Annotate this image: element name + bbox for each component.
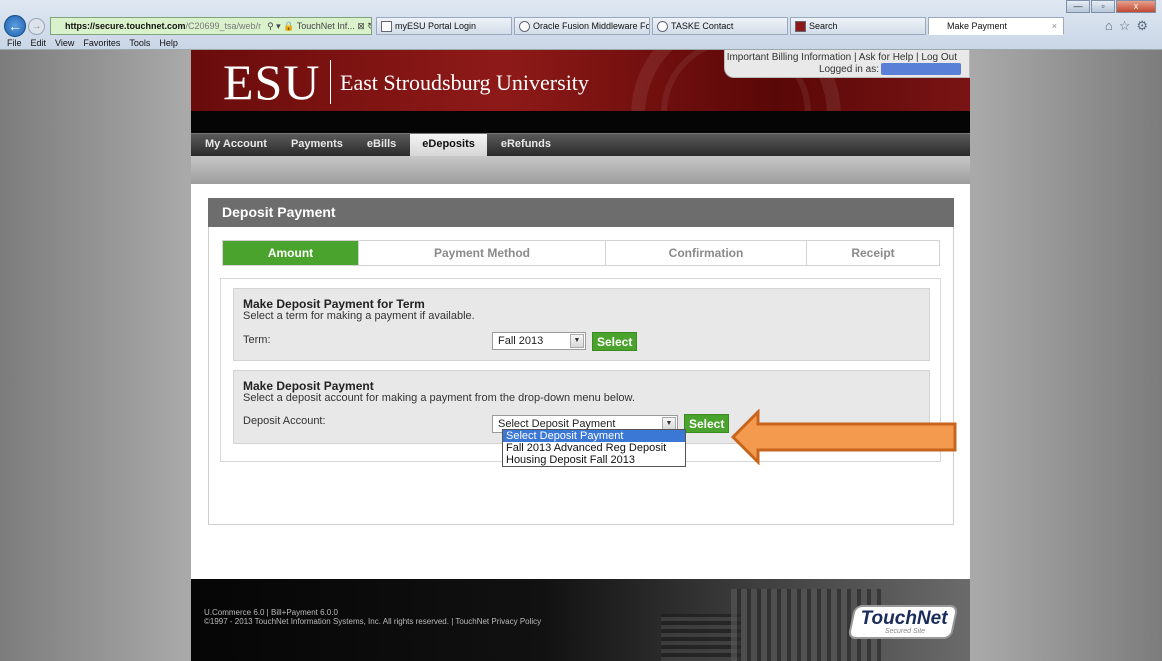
term-select-button[interactable]: Select	[592, 332, 638, 351]
tab-taske[interactable]: TASKE Contact	[652, 17, 788, 35]
menu-file[interactable]: File	[7, 37, 22, 50]
nav-edeposits[interactable]: eDeposits	[410, 134, 487, 156]
menu-favorites[interactable]: Favorites	[83, 37, 120, 50]
deposit-select-button[interactable]: Select	[684, 414, 730, 433]
tab-label: Search	[809, 21, 838, 31]
chevron-down-icon[interactable]: ▼	[570, 334, 584, 348]
globe-icon	[657, 21, 668, 32]
term-label: Term:	[243, 334, 271, 346]
tab-search[interactable]: Search	[790, 17, 926, 35]
menu-edit[interactable]: Edit	[31, 37, 47, 50]
main-nav: My Account Payments eBills eDeposits eRe…	[191, 133, 970, 156]
menu-tools[interactable]: Tools	[129, 37, 150, 50]
nav-payments[interactable]: Payments	[279, 134, 355, 156]
minimize-button[interactable]: —	[1066, 0, 1090, 13]
back-button[interactable]: ←	[4, 15, 26, 37]
term-select-value: Fall 2013	[498, 335, 544, 347]
user-name-redacted	[881, 63, 961, 75]
nav-ebills[interactable]: eBills	[355, 134, 408, 156]
university-banner: ESU East Stroudsburg University Importan…	[191, 50, 970, 111]
esu-favicon-icon	[795, 21, 806, 32]
footer-text: U.Commerce 6.0 | Bill+Payment 6.0.0 ©199…	[204, 608, 541, 626]
star-icon[interactable]: ☆	[1119, 18, 1137, 33]
tab-label: Make Payment	[947, 21, 1008, 31]
deposit-options-dropdown: Select Deposit Payment Fall 2013 Advance…	[502, 429, 686, 467]
footer-building-photo	[661, 614, 741, 661]
maximize-button[interactable]: ▫	[1091, 0, 1115, 13]
nav-erefunds[interactable]: eRefunds	[489, 134, 563, 156]
footer: U.Commerce 6.0 | Bill+Payment 6.0.0 ©199…	[191, 579, 970, 661]
menu-help[interactable]: Help	[159, 37, 178, 50]
deposit-section-title: Make Deposit Payment	[243, 379, 374, 393]
touchnet-logo-text: TouchNet	[860, 608, 948, 629]
sub-nav-bar	[191, 156, 970, 184]
tab-oracle[interactable]: Oracle Fusion Middleware For...	[514, 17, 650, 35]
menu-bar: File Edit View Favorites Tools Help	[0, 37, 1162, 50]
menu-view[interactable]: View	[55, 37, 74, 50]
term-section-desc: Select a term for making a payment if av…	[243, 310, 475, 322]
footer-version: U.Commerce 6.0 | Bill+Payment 6.0.0	[204, 608, 338, 617]
option-fall-2013-reg-deposit[interactable]: Fall 2013 Advanced Reg Deposit	[503, 442, 685, 454]
deposit-section-desc: Select a deposit account for making a pa…	[243, 392, 635, 404]
tab-label: Oracle Fusion Middleware For...	[533, 21, 650, 31]
touchnet-logo: TouchNet Secured Site	[847, 605, 959, 639]
close-window-button[interactable]: x	[1116, 0, 1156, 13]
footer-copyright[interactable]: ©1997 - 2013 TouchNet Information System…	[204, 617, 541, 626]
site-container: ESU East Stroudsburg University Importan…	[191, 50, 970, 661]
nav-my-account[interactable]: My Account	[193, 134, 279, 156]
browser-nav-row: ← → https://secure.touchnet.com /C20699_…	[0, 15, 1162, 37]
step-indicator: Amount Payment Method Confirmation Recei…	[222, 240, 940, 266]
address-path: /C20699_tsa/web/r	[185, 21, 262, 31]
browser-chrome: — ▫ x ← → https://secure.touchnet.com /C…	[0, 0, 1162, 50]
tab-close-icon[interactable]: ×	[1052, 18, 1057, 34]
step-receipt: Receipt	[807, 241, 939, 265]
term-section-title: Make Deposit Payment for Term	[243, 297, 425, 311]
window-buttons: — ▫ x	[1066, 0, 1156, 13]
tab-label: myESU Portal Login	[395, 21, 477, 31]
logo-name: East Stroudsburg University	[340, 70, 589, 95]
page-icon	[381, 21, 392, 32]
step-amount: Amount	[223, 241, 359, 265]
title-bar: — ▫ x	[0, 0, 1162, 14]
panel-title: Deposit Payment	[208, 198, 954, 227]
term-section: Make Deposit Payment for Term Select a t…	[233, 288, 930, 361]
forward-button[interactable]: →	[28, 18, 45, 35]
browser-toolbar-icons: ⌂☆⚙	[1105, 18, 1154, 34]
logo-divider	[330, 60, 331, 104]
globe-icon	[519, 21, 530, 32]
term-select[interactable]: Fall 2013 ▼	[492, 332, 586, 350]
logo-abbr: ESU	[223, 54, 321, 110]
option-select-deposit[interactable]: Select Deposit Payment	[503, 430, 685, 442]
step-confirmation: Confirmation	[606, 241, 807, 265]
home-icon[interactable]: ⌂	[1105, 18, 1119, 33]
top-links[interactable]: Important Billing Information | Ask for …	[727, 52, 957, 63]
deposit-account-label: Deposit Account:	[243, 415, 326, 427]
logged-in-label: Logged in as:	[818, 64, 879, 75]
gear-icon[interactable]: ⚙	[1136, 18, 1154, 33]
tab-make-payment[interactable]: Make Payment ×	[928, 17, 1064, 35]
address-host: https://secure.touchnet.com	[65, 21, 186, 31]
address-bar[interactable]: https://secure.touchnet.com /C20699_tsa/…	[50, 17, 372, 35]
address-tools[interactable]: ⚲ ▾ 🔒 TouchNet Inf... ⊠ ↻ ✕	[267, 21, 371, 32]
header-black-bar	[191, 111, 970, 133]
tab-myesu[interactable]: myESU Portal Login	[376, 17, 512, 35]
option-housing-deposit[interactable]: Housing Deposit Fall 2013	[503, 454, 685, 466]
touchnet-logo-sub: Secured Site	[884, 628, 926, 635]
account-box: Important Billing Information | Ask for …	[724, 50, 970, 78]
annotation-arrow-icon	[730, 409, 957, 465]
tab-label: TASKE Contact	[671, 21, 734, 31]
step-payment-method: Payment Method	[359, 241, 606, 265]
